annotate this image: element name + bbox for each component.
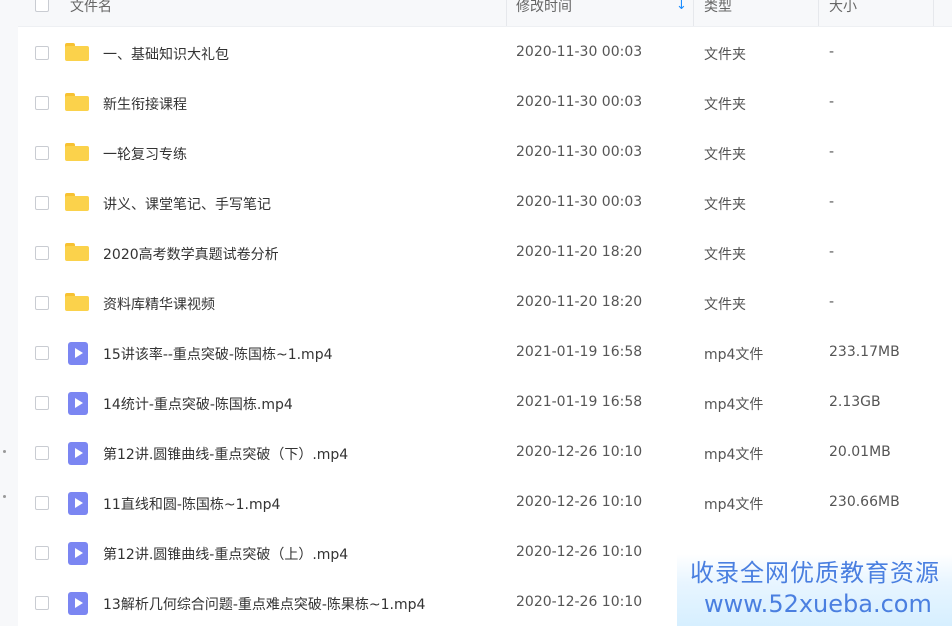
file-name[interactable]: 15讲该率--重点突破-陈国栋~1.mp4	[103, 344, 333, 364]
column-header-size[interactable]: 大小	[829, 0, 857, 16]
file-size: -	[829, 294, 835, 310]
file-size: -	[829, 94, 835, 110]
file-type: 文件夹	[704, 47, 746, 63]
column-header-type[interactable]: 类型	[704, 0, 732, 16]
file-name[interactable]: 11直线和圆-陈国栋~1.mp4	[103, 494, 280, 514]
file-type: 文件夹	[704, 147, 746, 163]
file-name[interactable]: 一、基础知识大礼包	[103, 44, 229, 64]
video-file-icon	[68, 442, 88, 465]
file-size: -	[829, 44, 835, 60]
file-name[interactable]: 讲义、课堂笔记、手写笔记	[103, 194, 271, 214]
file-type: mp4文件	[704, 347, 764, 363]
file-name[interactable]: 新生衔接课程	[103, 94, 187, 114]
modified-time: 2020-11-20 18:20	[516, 294, 643, 310]
row-checkbox[interactable]	[35, 46, 49, 60]
modified-time: 2020-11-30 00:03	[516, 44, 643, 60]
file-size: -	[829, 244, 835, 260]
modified-time: 2020-12-26 10:10	[516, 494, 643, 510]
folder-icon	[65, 243, 89, 261]
column-header-name[interactable]: 文件名	[70, 0, 112, 16]
row-checkbox[interactable]	[35, 146, 49, 160]
modified-time: 2020-11-30 00:03	[516, 94, 643, 110]
row-checkbox[interactable]	[35, 346, 49, 360]
folder-icon	[65, 143, 89, 161]
scroll-marker	[3, 450, 6, 453]
file-name[interactable]: 第12讲.圆锥曲线-重点突破（下）.mp4	[103, 444, 348, 464]
file-type: 文件夹	[704, 297, 746, 313]
table-header: 文件名 修改时间 ↓ 类型 大小	[18, 0, 952, 27]
folder-icon	[65, 43, 89, 61]
row-checkbox[interactable]	[35, 296, 49, 310]
modified-time: 2020-12-26 10:10	[516, 544, 643, 560]
file-type: 文件夹	[704, 197, 746, 213]
file-name[interactable]: 一轮复习专练	[103, 144, 187, 164]
table-row[interactable]: 14统计-重点突破-陈国栋.mp4 2021-01-19 16:58 mp4文件 2.…	[18, 378, 952, 428]
modified-time: 2020-12-26 10:10	[516, 444, 643, 460]
file-size: 233.17MB	[829, 344, 900, 360]
table-row[interactable]: 资料库精华课视频 2020-11-20 18:20 文件夹 -	[18, 278, 952, 328]
video-file-icon	[68, 592, 88, 615]
modified-time: 2020-11-20 18:20	[516, 244, 643, 260]
modified-time: 2021-01-19 16:58	[516, 344, 643, 360]
table-row[interactable]: 一轮复习专练 2020-11-30 00:03 文件夹 -	[18, 128, 952, 178]
file-type: 文件夹	[704, 97, 746, 113]
file-name[interactable]: 14统计-重点突破-陈国栋.mp4	[103, 394, 293, 414]
folder-icon	[65, 193, 89, 211]
sort-down-icon[interactable]: ↓	[676, 0, 687, 13]
select-all-checkbox[interactable]	[35, 0, 49, 12]
file-type: mp4文件	[704, 497, 764, 513]
row-checkbox[interactable]	[35, 596, 49, 610]
file-size: 20.01MB	[829, 444, 891, 460]
table-row[interactable]: 11直线和圆-陈国栋~1.mp4 2020-12-26 10:10 mp4文件 230…	[18, 478, 952, 528]
file-name[interactable]: 2020高考数学真题试卷分析	[103, 244, 279, 264]
row-checkbox[interactable]	[35, 246, 49, 260]
folder-icon	[65, 93, 89, 111]
file-name[interactable]: 第12讲.圆锥曲线-重点突破（上）.mp4	[103, 544, 348, 564]
modified-time: 2021-01-19 16:58	[516, 394, 643, 410]
column-divider	[818, 0, 819, 26]
file-size: 230.66MB	[829, 494, 900, 510]
scroll-marker	[3, 495, 6, 498]
column-divider	[933, 0, 934, 26]
row-checkbox[interactable]	[35, 196, 49, 210]
video-file-icon	[68, 492, 88, 515]
modified-time: 2020-11-30 00:03	[516, 194, 643, 210]
table-row[interactable]: 讲义、课堂笔记、手写笔记 2020-11-30 00:03 文件夹 -	[18, 178, 952, 228]
file-name[interactable]: 13解析几何综合问题-重点难点突破-陈果栋~1.mp4	[103, 594, 425, 614]
video-file-icon	[68, 392, 88, 415]
row-checkbox[interactable]	[35, 546, 49, 560]
table-row[interactable]: 15讲该率--重点突破-陈国栋~1.mp4 2021-01-19 16:58 mp4…	[18, 328, 952, 378]
file-type: mp4文件	[704, 397, 764, 413]
video-file-icon	[68, 342, 88, 365]
row-checkbox[interactable]	[35, 446, 49, 460]
modified-time: 2020-11-30 00:03	[516, 144, 643, 160]
modified-time: 2020-12-26 10:10	[516, 594, 643, 610]
left-panel-edge	[0, 0, 18, 626]
table-row[interactable]: 2020高考数学真题试卷分析 2020-11-20 18:20 文件夹 -	[18, 228, 952, 278]
column-divider	[693, 0, 694, 26]
row-checkbox[interactable]	[35, 496, 49, 510]
table-row[interactable]: 新生衔接课程 2020-11-30 00:03 文件夹 -	[18, 78, 952, 128]
file-type: 文件夹	[704, 247, 746, 263]
column-divider	[506, 0, 507, 26]
file-name[interactable]: 资料库精华课视频	[103, 294, 215, 314]
video-file-icon	[68, 542, 88, 565]
file-size: -	[829, 144, 835, 160]
table-row[interactable]: 第12讲.圆锥曲线-重点突破（下）.mp4 2020-12-26 10:10 mp4…	[18, 428, 952, 478]
file-type: mp4文件	[704, 447, 764, 463]
row-checkbox[interactable]	[35, 396, 49, 410]
file-size: -	[829, 194, 835, 210]
column-header-modified[interactable]: 修改时间	[516, 0, 572, 16]
watermark-slogan: 收录全网优质教育资源	[690, 559, 940, 587]
file-size: 2.13GB	[829, 394, 881, 410]
watermark-url: www.52xueba.com	[704, 590, 932, 618]
folder-icon	[65, 293, 89, 311]
row-checkbox[interactable]	[35, 96, 49, 110]
table-row[interactable]: 一、基础知识大礼包 2020-11-30 00:03 文件夹 -	[18, 28, 952, 78]
